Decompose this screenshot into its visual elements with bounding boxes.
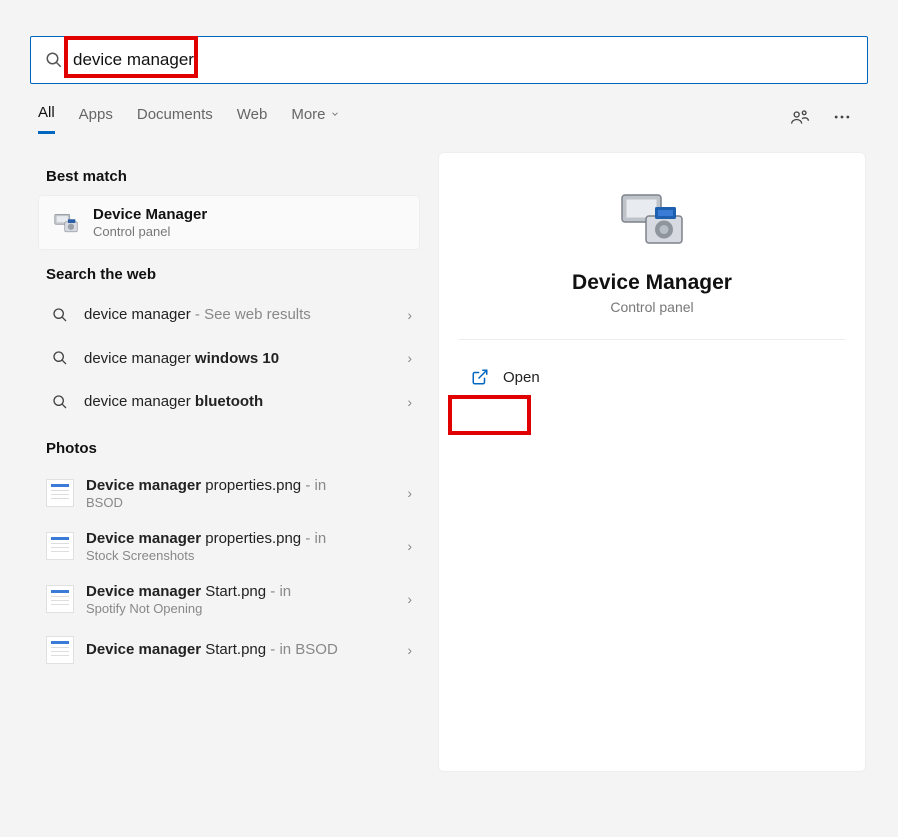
photo-result-text: Device manager Start.png - in BSOD [86,641,407,659]
chevron-right-icon: › [407,350,412,366]
photo-result-text: Device manager Start.png - in Spotify No… [86,583,407,616]
photo-result-2[interactable]: Device manager Start.png - in Spotify No… [38,573,420,626]
detail-title: Device Manager [572,271,732,295]
open-button[interactable]: Open [461,360,843,394]
chevron-right-icon: › [407,538,412,554]
photo-result-text: Device manager properties.png - in BSOD [86,477,407,510]
web-result-1[interactable]: device manager windows 10 › [38,337,420,381]
web-result-text: device manager - See web results [84,305,407,325]
photo-result-3[interactable]: Device manager Start.png - in BSOD › [38,626,420,674]
open-label: Open [503,369,540,386]
thumbnail-icon [46,479,74,507]
tab-all[interactable]: All [38,104,55,134]
thumbnail-icon [46,636,74,664]
search-icon [46,307,74,323]
web-result-text: device manager windows 10 [84,349,407,369]
section-photos: Photos [38,424,420,467]
search-icon [46,350,74,366]
chevron-right-icon: › [407,485,412,501]
chevron-right-icon: › [407,307,412,323]
chevron-right-icon: › [407,591,412,607]
best-match-subtitle: Control panel [93,224,207,239]
thumbnail-icon [46,585,74,613]
thumbnail-icon [46,532,74,560]
photo-result-text: Device manager properties.png - in Stock… [86,530,407,563]
detail-subtitle: Control panel [610,299,693,315]
people-icon[interactable] [790,107,810,132]
device-manager-icon [616,183,688,255]
web-result-text: device manager bluetooth [84,392,407,412]
best-match-title: Device Manager [93,206,207,223]
tab-apps[interactable]: Apps [79,104,113,134]
tab-web[interactable]: Web [237,104,268,134]
tab-documents[interactable]: Documents [137,104,213,134]
tab-more-label: More [291,106,325,123]
more-icon[interactable] [832,107,852,132]
tab-more[interactable]: More [291,104,339,134]
section-search-web: Search the web [38,250,420,293]
photo-result-0[interactable]: Device manager properties.png - in BSOD … [38,467,420,520]
search-icon [46,394,74,410]
best-match-item[interactable]: Device Manager Control panel [38,195,420,250]
photo-result-1[interactable]: Device manager properties.png - in Stock… [38,520,420,573]
web-result-0[interactable]: device manager - See web results › [38,293,420,337]
search-icon [45,51,63,69]
device-manager-icon [51,208,81,238]
section-best-match: Best match [38,152,420,195]
detail-panel: Device Manager Control panel Open [438,152,866,772]
tabs-row: All Apps Documents Web More [8,84,890,134]
chevron-right-icon: › [407,394,412,410]
chevron-down-icon [330,109,340,119]
search-bar[interactable] [30,36,868,84]
web-result-2[interactable]: device manager bluetooth › [38,380,420,424]
chevron-right-icon: › [407,642,412,658]
search-input[interactable] [73,50,853,70]
open-external-icon [471,368,489,386]
